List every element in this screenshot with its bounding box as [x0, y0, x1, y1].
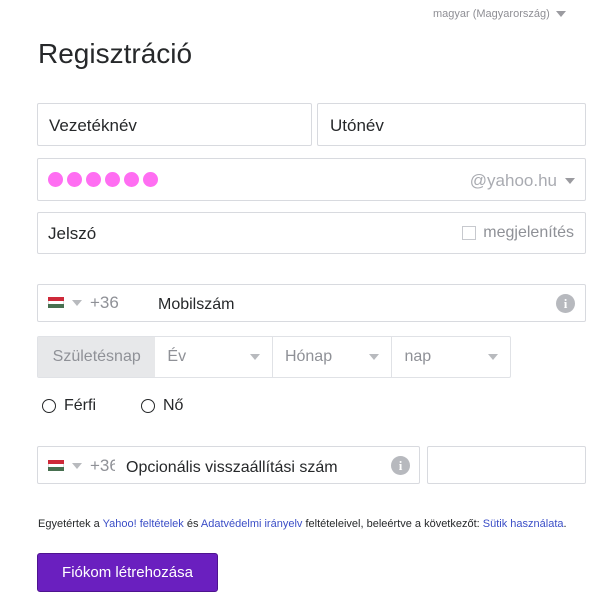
chevron-down-icon: [555, 11, 566, 17]
mobile-phone-field[interactable]: +36 Mobilszám i: [37, 284, 586, 322]
gender-female-label: Nő: [163, 397, 184, 414]
gender-female-option[interactable]: Nő: [141, 397, 183, 415]
recovery-placeholder: Opcionális visszaállítási szám: [126, 459, 338, 476]
terms-link[interactable]: Yahoo! feltételek: [103, 518, 184, 530]
phone-country-code: +36: [90, 293, 119, 312]
legal-prefix: Egyetértek a: [38, 518, 103, 530]
legal-suffix: .: [563, 518, 567, 530]
year-select[interactable]: Év: [155, 337, 273, 377]
radio-icon[interactable]: [141, 399, 155, 413]
masked-username: [48, 172, 158, 187]
chevron-down-icon: [565, 178, 575, 184]
last-name-field[interactable]: Vezetéknév: [37, 103, 312, 146]
email-domain-select[interactable]: @yahoo.hu: [470, 171, 575, 191]
legal-middle: feltételeivel, beleértve a következőt:: [302, 518, 483, 530]
day-select[interactable]: nap: [392, 337, 510, 377]
chevron-down-icon: [72, 299, 82, 306]
info-icon[interactable]: i: [391, 456, 410, 475]
language-label: magyar (Magyarország): [433, 8, 550, 20]
country-code-select[interactable]: [48, 297, 82, 309]
last-name-placeholder: Vezetéknév: [49, 116, 137, 135]
recovery-phone-field[interactable]: +36 Opcionális visszaállítási szám i: [37, 446, 420, 484]
legal-and: és: [183, 518, 201, 530]
cookies-link[interactable]: Sütik használata: [483, 518, 564, 530]
info-icon[interactable]: i: [556, 294, 575, 313]
month-placeholder: Hónap: [284, 348, 333, 365]
show-password-toggle[interactable]: megjelenítés: [462, 224, 574, 242]
recovery-country-code-select[interactable]: [48, 460, 82, 472]
gender-male-option[interactable]: Férfi: [42, 397, 96, 415]
hungary-flag-icon: [48, 297, 64, 309]
month-select[interactable]: Hónap: [273, 337, 393, 377]
language-selector[interactable]: magyar (Magyarország): [433, 8, 566, 20]
birthday-row: Születésnap Év Hónap nap: [37, 336, 511, 378]
password-field[interactable]: Jelszó megjelenítés: [37, 212, 586, 254]
first-name-placeholder: Utónév: [330, 116, 384, 135]
checkbox-icon[interactable]: [462, 226, 477, 240]
email-field[interactable]: @yahoo.hu: [37, 158, 586, 201]
chevron-down-icon: [72, 462, 82, 469]
chevron-down-icon: [488, 354, 498, 360]
email-domain: @yahoo.hu: [469, 171, 557, 190]
birthday-label: Születésnap: [38, 337, 156, 377]
gender-male-label: Férfi: [64, 397, 96, 414]
chevron-down-icon: [249, 354, 260, 360]
radio-icon[interactable]: [42, 399, 56, 413]
create-account-button[interactable]: Fiókom létrehozása: [37, 553, 218, 592]
phone-placeholder: Mobilszám: [158, 296, 235, 313]
page-title: Regisztráció: [38, 38, 193, 69]
recovery-country-code: +36: [90, 456, 115, 475]
legal-agreement: Egyetértek a Yahoo! feltételek és Adatvé…: [38, 517, 578, 532]
hungary-flag-icon: [48, 460, 64, 472]
privacy-link[interactable]: Adatvédelmi irányelv: [201, 518, 303, 530]
show-password-label: megjelenítés: [483, 224, 574, 241]
recovery-extra-field[interactable]: [427, 446, 586, 484]
password-placeholder: Jelszó: [48, 224, 97, 243]
first-name-field[interactable]: Utónév: [317, 103, 586, 146]
chevron-down-icon: [369, 354, 380, 360]
year-placeholder: Év: [167, 348, 187, 365]
day-placeholder: nap: [404, 348, 432, 365]
